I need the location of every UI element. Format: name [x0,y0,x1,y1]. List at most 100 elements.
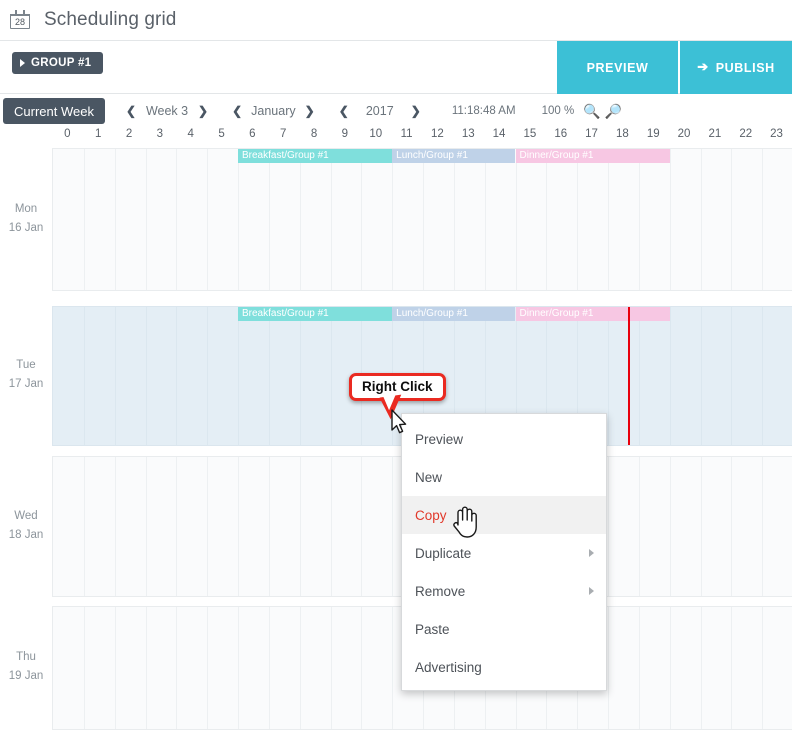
grid-column-divider [207,149,209,290]
grid-column-divider [238,149,239,290]
month-prev-icon[interactable]: ❮ [229,105,245,117]
context-menu-item-label: Copy [415,507,447,523]
hour-tick-10: 10 [369,128,383,140]
grid-column-divider [114,607,116,729]
grid-column-divider [669,149,671,290]
grid-column-divider [484,149,486,290]
day-of-week: Thu [16,651,36,663]
schedule-event[interactable]: Breakfast/Group #1 [238,149,393,163]
zoom-in-icon[interactable]: 🔍 [583,104,600,118]
hour-ruler: 0 1 2 3 4 5 6 7 8 9 10 11 12 13 14 15 16 17 18 19 20 21 22 23 [52,128,792,148]
week-prev-icon[interactable]: ❮ [123,105,139,117]
context-menu-item-remove[interactable]: Remove [402,572,606,610]
zoom-out-icon[interactable]: 🔎 [605,104,622,118]
schedule-event[interactable]: Dinner/Group #1 [515,149,670,163]
zoom-level-display: 100 % [541,105,575,117]
grid-column-divider [145,307,147,445]
schedule-event[interactable]: Dinner/Group #1 [515,307,670,321]
grid-column-divider [669,307,671,445]
grid-column-divider [268,149,270,290]
grid-column-divider [238,457,239,596]
hour-tick-20: 20 [677,128,691,140]
right-click-callout: Right Click [349,373,446,421]
grid-column-divider [176,607,178,729]
grid-column-divider [176,307,178,445]
group-selector-button[interactable]: GROUP #1 [12,52,104,74]
hour-tick-1: 1 [95,128,102,140]
day-label: Thu 19 Jan [0,648,52,686]
grid-column-divider [700,457,702,596]
grid-column-divider [577,149,579,290]
grid-column-divider [638,607,640,729]
context-menu-item-advertising[interactable]: Advertising [402,648,606,686]
grid-column-divider [330,307,332,445]
triangle-right-icon [20,59,25,67]
preview-button[interactable]: PREVIEW [557,41,678,94]
schedule-event[interactable]: Lunch/Group #1 [392,307,516,321]
grid-column-divider [330,607,332,729]
schedule-event[interactable]: Breakfast/Group #1 [238,307,393,321]
context-menu-item-new[interactable]: New [402,458,606,496]
grid-column-divider [361,149,363,290]
week-next-icon[interactable]: ❯ [195,105,211,117]
week-stepper: ❮ Week 3 ❯ [123,104,211,118]
hour-tick-16: 16 [554,128,568,140]
current-time-marker [628,307,631,445]
grid-column-divider [700,607,702,729]
grid-column-divider [762,457,764,596]
mouse-arrow-cursor-icon [391,409,409,440]
grid-column-divider [546,149,548,290]
clock-display: 11:18:48 AM [451,105,516,117]
current-week-button[interactable]: Current Week [3,98,105,124]
hour-tick-11: 11 [400,128,413,140]
hour-tick-3: 3 [156,128,164,140]
day-lane[interactable]: Breakfast/Group #1 Lunch/Group #1 Dinner/G… [52,148,792,291]
context-menu: Preview New Copy Duplicate Remove Paste Advert… [401,413,607,691]
grid-column-divider [207,307,209,445]
context-menu-item-paste[interactable]: Paste [402,610,606,648]
grid-column-divider [83,607,85,729]
context-menu-item-preview[interactable]: Preview [402,420,606,458]
grid-column-divider [268,307,270,445]
day-row: Wed 18 Jan [0,456,792,597]
grid-column-divider [176,149,178,290]
month-next-icon[interactable]: ❯ [302,105,318,117]
context-menu-item-label: Preview [415,431,464,447]
grid-column-divider [114,307,116,445]
day-of-week: Mon [14,202,38,215]
hour-tick-9: 9 [341,128,349,140]
grid-column-divider [299,607,301,729]
schedule-event[interactable]: Lunch/Group #1 [392,149,516,163]
day-of-week: Tue [16,359,36,371]
grid-column-divider [83,307,85,445]
grid-column-divider [145,607,147,729]
hour-tick-8: 8 [310,128,318,140]
context-menu-item-label: Duplicate [415,545,472,561]
mouse-hand-cursor-icon [449,503,479,544]
grid-column-divider [114,149,116,290]
grid-column-divider [762,307,764,445]
grid-column-divider [638,457,640,596]
publish-button[interactable]: ➔ PUBLISH [680,41,792,94]
submenu-arrow-icon [589,587,594,595]
grid-column-divider [207,457,209,596]
group-selector-label: GROUP #1 [31,57,92,69]
year-next-icon[interactable]: ❯ [408,105,424,117]
context-menu-item-copy[interactable]: Copy [402,496,606,534]
context-menu-item-duplicate[interactable]: Duplicate [402,534,606,572]
grid-column-divider [731,307,733,445]
grid-column-divider [700,307,702,445]
day-label: Tue 17 Jan [0,356,52,394]
hour-tick-5: 5 [218,128,225,140]
grid-column-divider [145,149,147,290]
day-date: 18 Jan [8,528,44,541]
day-label: Wed 18 Jan [0,507,52,545]
grid-column-divider [392,149,394,290]
grid-column-divider [423,149,424,290]
year-prev-icon[interactable]: ❮ [336,105,352,117]
hour-tick-7: 7 [280,128,287,140]
calendar-icon-day: 28 [14,16,25,27]
grid-column-divider [83,457,85,596]
hour-tick-13: 13 [461,128,475,140]
grid-column-divider [762,149,764,290]
